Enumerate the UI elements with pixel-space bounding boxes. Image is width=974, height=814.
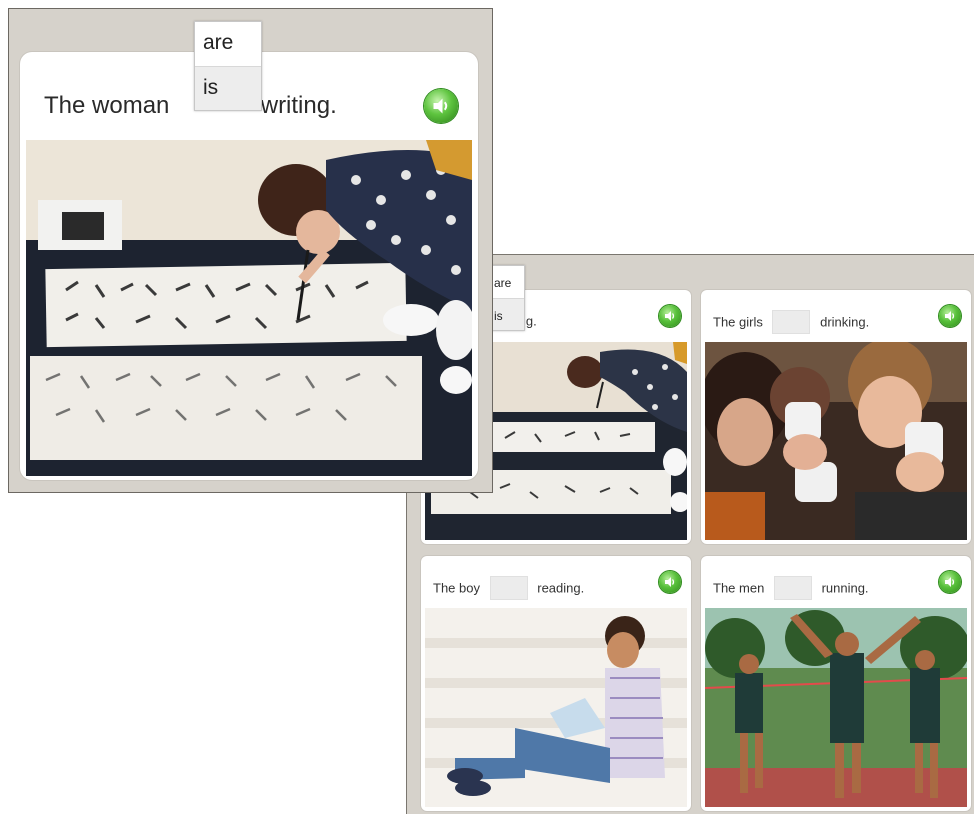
speaker-icon[interactable]: [424, 89, 458, 123]
speaker-icon[interactable]: [939, 305, 961, 327]
speaker-icon[interactable]: [939, 571, 961, 593]
answer-blank[interactable]: [773, 576, 812, 600]
sentence-verb: reading.: [537, 580, 585, 596]
card-boy-reading[interactable]: The boy reading.: [421, 556, 691, 811]
card-caption: The girls drinking.: [701, 290, 971, 342]
card-men-running[interactable]: The men running.: [701, 556, 971, 811]
answer-dropdown[interactable]: are is: [194, 21, 262, 111]
dropdown-option-are[interactable]: are: [195, 22, 261, 66]
card-caption: The boy reading.: [421, 556, 691, 608]
card-woman-writing-zoomed[interactable]: The woman writing.: [20, 52, 478, 480]
card-caption: The men running.: [701, 556, 971, 608]
sentence-subject: The girls: [713, 314, 763, 330]
sentence-subject: The woman: [44, 92, 170, 119]
zoomed-exercise-panel: The woman writing. are is: [8, 8, 493, 493]
answer-blank[interactable]: [772, 310, 811, 334]
sentence-verb: writing.: [260, 92, 337, 119]
sentence-verb: running.: [821, 580, 869, 596]
photo-girls-drinking: [705, 342, 967, 540]
photo-woman-writing-large: [26, 140, 472, 476]
photo-men-running: [705, 608, 967, 807]
speaker-icon[interactable]: [659, 305, 681, 327]
answer-blank[interactable]: [489, 576, 528, 600]
sentence-verb: drinking.: [820, 314, 870, 330]
card-girls-drinking[interactable]: The girls drinking.: [701, 290, 971, 544]
dropdown-option-are[interactable]: are: [488, 266, 524, 298]
sentence-subject: The men: [713, 580, 765, 596]
photo-boy-reading: [425, 608, 687, 807]
front-sentence: The woman writing.: [44, 92, 337, 120]
speaker-icon[interactable]: [659, 571, 681, 593]
dropdown-option-is[interactable]: is: [195, 66, 261, 110]
sentence-subject: The boy: [433, 580, 480, 596]
dropdown-option-is[interactable]: is: [488, 298, 524, 330]
